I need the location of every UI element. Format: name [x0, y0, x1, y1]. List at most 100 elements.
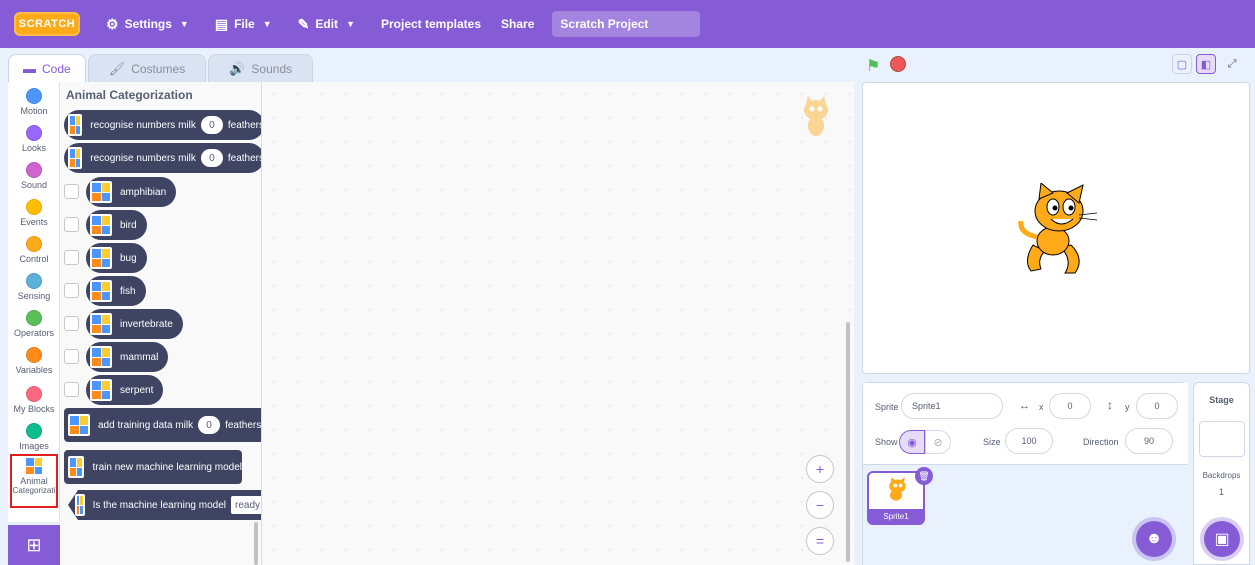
trash-icon: 🗑 — [918, 470, 930, 481]
milk-input[interactable]: 0 — [200, 116, 223, 134]
share-button[interactable]: Share — [501, 17, 534, 31]
ml-model-icon — [26, 458, 42, 474]
category-images[interactable]: Images — [8, 423, 60, 451]
checkbox-fish[interactable] — [64, 283, 79, 298]
zoom-out-button[interactable]: − — [806, 491, 834, 519]
code-workspace[interactable]: + − = — [262, 82, 854, 565]
category-my-blocks[interactable]: My Blocks — [8, 386, 60, 414]
normal-stage-button[interactable]: ◧ — [1196, 54, 1216, 74]
label-block-serpent[interactable]: serpent — [86, 375, 164, 405]
project-templates-link[interactable]: Project templates — [381, 17, 481, 31]
sprite-pane: Sprite Sprite1 ↔ x 0 ↕ y 0 Show ◉ ⊘ Size… — [862, 382, 1188, 565]
project-title-input[interactable]: Scratch Project — [552, 11, 701, 37]
delete-sprite-button[interactable]: 🗑 — [915, 467, 933, 485]
y-input[interactable]: 0 — [1136, 393, 1178, 419]
category-events[interactable]: Events — [8, 199, 60, 227]
x-input[interactable]: 0 — [1049, 393, 1091, 419]
checkbox-mammal[interactable] — [64, 349, 79, 364]
ml-model-icon — [90, 247, 112, 269]
edit-menu[interactable]: ✎ Edit ▼ — [298, 16, 355, 33]
green-flag-icon: ⚑ — [866, 58, 881, 75]
ml-model-icon — [90, 379, 112, 401]
add-extension-button[interactable]: ⊞ — [8, 525, 60, 565]
palette-scrollbar[interactable] — [254, 522, 258, 565]
checkbox-bird[interactable] — [64, 217, 79, 232]
category-operators[interactable]: Operators — [8, 310, 60, 338]
backdrops-count: 1 — [1218, 487, 1224, 497]
is-model-ready-block[interactable]: Is the machine learning model ready — [68, 490, 261, 520]
checkbox-serpent[interactable] — [64, 382, 79, 397]
choose-backdrop-button[interactable]: ▣ — [1204, 521, 1240, 557]
category-control[interactable]: Control — [8, 236, 60, 264]
looks-dot-icon — [26, 125, 42, 141]
stage-canvas[interactable] — [862, 82, 1250, 374]
sprite-thumbnail[interactable]: Sprite1 🗑 — [867, 467, 933, 525]
category-sound[interactable]: Sound — [8, 162, 60, 190]
show-hidden-button[interactable]: ⊘ — [925, 430, 951, 454]
direction-input[interactable]: 90 — [1125, 428, 1173, 454]
cat-sprite-icon — [1018, 183, 1098, 274]
label-block-bird[interactable]: bird — [86, 210, 147, 240]
tab-sounds-label: Sounds — [251, 61, 293, 76]
category-looks[interactable]: Looks — [8, 125, 60, 153]
scratch-logo[interactable]: SCRATCH — [14, 12, 80, 36]
stop-button[interactable] — [890, 56, 906, 72]
label-block-invertebrate[interactable]: invertebrate — [86, 309, 183, 339]
stage-thumbnail[interactable] — [1199, 421, 1245, 457]
add-training-data-block[interactable]: add training data milk 0 feathers — [64, 408, 261, 442]
recognise-numbers-block[interactable]: recognise numbers milk 0 feathers — [64, 110, 261, 140]
tab-sounds[interactable]: 🔊 Sounds — [208, 54, 314, 82]
eye-icon: ◉ — [907, 436, 917, 449]
ml-model-icon — [90, 346, 112, 368]
chevron-down-icon: ▼ — [179, 19, 189, 29]
label-block-mammal[interactable]: mammal — [86, 342, 169, 372]
small-stage-button[interactable]: ▢ — [1172, 54, 1192, 74]
train-model-block[interactable]: train new machine learning model — [64, 450, 242, 484]
ml-model-icon — [68, 147, 83, 169]
size-input[interactable]: 100 — [1005, 428, 1053, 454]
workspace-scrollbar[interactable] — [846, 322, 850, 562]
recognise-numbers-block[interactable]: recognise numbers milk 0 feathers — [64, 143, 261, 173]
show-visible-button[interactable]: ◉ — [899, 430, 925, 454]
file-icon: ▤ — [214, 15, 229, 32]
category-motion[interactable]: Motion — [8, 88, 60, 116]
tab-code[interactable]: ▬ Code — [8, 54, 86, 82]
images-dot-icon — [26, 423, 42, 439]
settings-menu[interactable]: ⚙ Settings ▼ — [106, 16, 189, 33]
cat-sprite-icon — [889, 477, 906, 501]
checkbox-invertebrate[interactable] — [64, 316, 79, 331]
sprite-name-label: Sprite — [875, 402, 899, 412]
fullscreen-button[interactable]: ⤢ — [1222, 54, 1242, 74]
direction-label: Direction — [1083, 437, 1119, 447]
checkbox-amphibian[interactable] — [64, 184, 79, 199]
tab-costumes-label: Costumes — [131, 61, 186, 76]
chevron-down-icon: ▼ — [346, 19, 355, 29]
ml-model-icon — [90, 181, 112, 203]
label-block-fish[interactable]: fish — [86, 276, 146, 306]
tab-costumes[interactable]: 🖌 Costumes — [87, 54, 207, 82]
zoom-reset-button[interactable]: = — [806, 527, 834, 555]
sprite-name-input[interactable]: Sprite1 — [901, 393, 1003, 419]
green-flag-button[interactable]: ⚑ — [866, 56, 880, 76]
label-block-bug[interactable]: bug — [86, 243, 147, 273]
model-state-dropdown[interactable]: ready — [230, 496, 261, 514]
category-animal-categorization[interactable]: Animal Categorizati — [10, 454, 58, 508]
category-sensing[interactable]: Sensing — [8, 273, 60, 301]
zoom-in-button[interactable]: + — [806, 455, 834, 483]
editor-tabs: ▬ Code 🖌 Costumes 🔊 Sounds — [8, 54, 314, 82]
ml-model-icon — [90, 280, 112, 302]
add-backdrop-icon: ▣ — [1214, 531, 1230, 548]
events-dot-icon — [26, 199, 42, 215]
milk-input[interactable]: 0 — [200, 149, 223, 167]
checkbox-bug[interactable] — [64, 250, 79, 265]
ml-model-icon — [90, 313, 112, 335]
chevron-down-icon: ▼ — [262, 19, 272, 29]
stage-selector[interactable]: Stage Backdrops 1 ▣ — [1193, 382, 1250, 565]
file-menu[interactable]: ▤ File ▼ — [215, 16, 272, 33]
label-block-amphibian[interactable]: amphibian — [86, 177, 177, 207]
category-variables[interactable]: Variables — [8, 347, 60, 375]
ml-model-icon — [68, 414, 90, 436]
choose-sprite-button[interactable]: ☻ — [1136, 521, 1172, 557]
milk-input[interactable]: 0 — [198, 416, 221, 434]
edit-label: Edit — [315, 17, 339, 31]
